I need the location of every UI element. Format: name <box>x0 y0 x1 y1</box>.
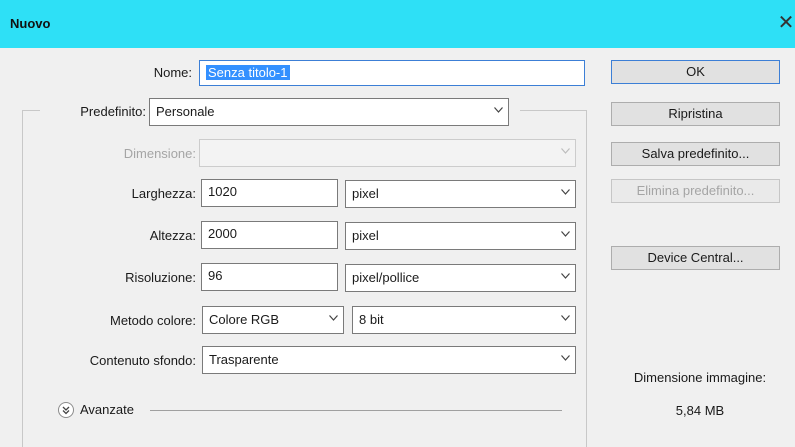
height-input[interactable]: 2000 <box>201 221 338 249</box>
name-input[interactable]: Senza titolo-1 <box>199 60 585 86</box>
resolution-input[interactable]: 96 <box>201 263 338 291</box>
name-value: Senza titolo-1 <box>206 65 290 80</box>
image-size-label: Dimensione immagine: <box>633 370 767 385</box>
chevron-down-icon <box>561 273 570 281</box>
resolution-unit-value: pixel/pollice <box>352 270 420 285</box>
advanced-separator <box>150 410 562 411</box>
height-unit-select[interactable]: pixel <box>345 222 576 250</box>
height-unit-value: pixel <box>352 228 379 243</box>
width-label: Larghezza: <box>131 186 196 201</box>
height-label: Altezza: <box>149 228 196 243</box>
expand-advanced-icon[interactable] <box>58 402 74 418</box>
save-preset-button[interactable]: Salva predefinito... <box>611 142 780 166</box>
resolution-unit-select[interactable]: pixel/pollice <box>345 264 576 292</box>
title-bar[interactable]: Nuovo ✕ <box>0 0 795 48</box>
background-label: Contenuto sfondo: <box>89 353 196 368</box>
color-mode-select[interactable]: Colore RGB <box>202 306 344 334</box>
chevron-down-icon <box>561 231 570 239</box>
ok-button[interactable]: OK <box>611 60 780 84</box>
chevron-down-icon <box>494 107 503 115</box>
preset-label: Predefinito: <box>80 104 146 119</box>
chevron-down-icon <box>561 355 570 363</box>
size-label: Dimensione: <box>123 146 196 161</box>
background-value: Trasparente <box>209 352 279 367</box>
delete-preset-button: Elimina predefinito... <box>611 179 780 203</box>
height-value: 2000 <box>208 226 237 241</box>
chevron-down-icon <box>561 315 570 323</box>
chevron-down-icon <box>329 315 338 323</box>
width-input[interactable]: 1020 <box>201 179 338 207</box>
image-size-value: 5,84 MB <box>675 403 725 418</box>
reset-button[interactable]: Ripristina <box>611 102 780 126</box>
dialog-body: Nome: Senza titolo-1 Predefinito: Person… <box>0 48 795 447</box>
bit-depth-select[interactable]: 8 bit <box>352 306 576 334</box>
color-mode-label: Metodo colore: <box>110 313 196 328</box>
chevron-down-icon <box>561 189 570 197</box>
device-central-button[interactable]: Device Central... <box>611 246 780 270</box>
preset-value: Personale <box>156 104 215 119</box>
group-border-right <box>586 110 587 447</box>
bit-depth-value: 8 bit <box>359 312 384 327</box>
size-select <box>199 139 576 167</box>
group-border-top-left <box>22 110 40 111</box>
name-label: Nome: <box>153 65 192 80</box>
resolution-value: 96 <box>208 268 223 283</box>
width-unit-value: pixel <box>352 186 379 201</box>
resolution-label: Risoluzione: <box>125 270 196 285</box>
close-icon[interactable]: ✕ <box>777 12 795 34</box>
group-border-top-right <box>520 110 586 111</box>
chevron-down-icon <box>561 148 570 156</box>
background-select[interactable]: Trasparente <box>202 346 576 374</box>
advanced-label[interactable]: Avanzate <box>80 402 134 417</box>
preset-select[interactable]: Personale <box>149 98 509 126</box>
window-title: Nuovo <box>10 16 51 31</box>
width-value: 1020 <box>208 184 237 199</box>
color-mode-value: Colore RGB <box>209 312 280 327</box>
group-border-left <box>22 110 23 447</box>
width-unit-select[interactable]: pixel <box>345 180 576 208</box>
